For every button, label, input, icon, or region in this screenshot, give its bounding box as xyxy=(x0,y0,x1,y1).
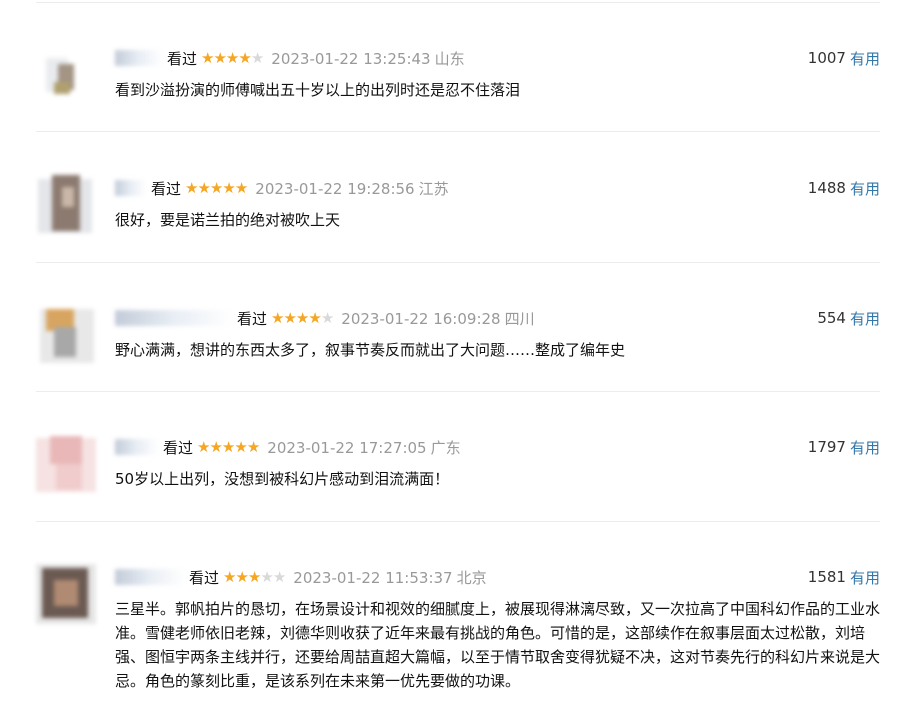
username[interactable] xyxy=(115,50,163,66)
star-filled-icon: ★ xyxy=(197,178,210,197)
comment-location: 四川 xyxy=(504,309,535,328)
avatar[interactable] xyxy=(36,173,96,239)
watched-label: 看过 xyxy=(163,438,194,457)
comment-location: 江苏 xyxy=(418,179,449,198)
divider xyxy=(36,131,880,132)
comment-text: 野心满满，想讲的东西太多了，叙事节奏反而就出了大问题……整成了编年史 xyxy=(115,341,626,359)
useful-button[interactable]: 有用 xyxy=(850,178,880,199)
comment-time: 2023-01-22 17:27:05 xyxy=(267,438,427,457)
star-filled-icon: ★ xyxy=(221,437,235,456)
star-filled-icon: ★ xyxy=(209,437,222,456)
comment-time: 2023-01-22 16:09:28 xyxy=(341,309,501,328)
watched-label: 看过 xyxy=(151,179,182,198)
username[interactable] xyxy=(115,180,147,196)
useful-button[interactable]: 有用 xyxy=(850,308,880,329)
useful-button[interactable]: 有用 xyxy=(850,48,880,69)
star-filled-icon: ★ xyxy=(283,308,296,327)
star-filled-icon: ★ xyxy=(247,567,261,586)
star-filled-icon: ★ xyxy=(271,308,284,327)
divider xyxy=(36,2,880,3)
username[interactable] xyxy=(115,439,159,455)
star-filled-icon: ★ xyxy=(185,178,198,197)
vote-count: 554 xyxy=(817,309,846,327)
avatar[interactable] xyxy=(36,305,96,365)
star-filled-icon: ★ xyxy=(213,48,226,67)
star-filled-icon: ★ xyxy=(246,437,260,456)
vote-count: 1007 xyxy=(807,49,846,67)
avatar[interactable] xyxy=(36,564,96,624)
username[interactable] xyxy=(115,569,185,585)
star-empty-icon: ★ xyxy=(320,308,334,327)
star-filled-icon: ★ xyxy=(308,308,321,327)
vote-count: 1797 xyxy=(807,438,846,456)
comment-text: 三星半。郭帆拍片的恳切，在场景设计和视效的细腻度上，被展现得淋漓尽致，又一次拉高… xyxy=(115,600,881,690)
comment-location: 山东 xyxy=(434,49,465,68)
useful-button[interactable]: 有用 xyxy=(850,437,880,458)
useful-button[interactable]: 有用 xyxy=(850,567,880,588)
vote-count: 1581 xyxy=(807,568,846,586)
star-filled-icon: ★ xyxy=(234,437,247,456)
rating-stars: ★ ★ ★ ★ ★ xyxy=(197,437,260,456)
comment-text: 50岁以上出列，没想到被科幻片感动到泪流满面！ xyxy=(115,470,450,488)
divider xyxy=(36,521,880,522)
star-filled-icon: ★ xyxy=(222,178,235,197)
rating-stars: ★ ★ ★ ★ ★ xyxy=(185,178,248,197)
avatar[interactable] xyxy=(36,434,96,494)
star-empty-icon: ★ xyxy=(272,567,286,586)
star-filled-icon: ★ xyxy=(197,437,210,456)
divider xyxy=(36,391,880,392)
rating-stars: ★ ★ ★ ★ ★ xyxy=(223,567,286,586)
star-filled-icon: ★ xyxy=(201,48,214,67)
watched-label: 看过 xyxy=(189,568,220,587)
rating-stars: ★ ★ ★ ★ ★ xyxy=(201,48,264,67)
star-filled-icon: ★ xyxy=(234,178,248,197)
comment-text: 看到沙溢扮演的师傅喊出五十岁以上的出列时还是忍不住落泪 xyxy=(115,81,521,99)
comment-time: 2023-01-22 13:25:43 xyxy=(271,49,431,68)
comment-time: 2023-01-22 11:53:37 xyxy=(293,568,453,587)
comment-time: 2023-01-22 19:28:56 xyxy=(255,179,415,198)
divider xyxy=(36,262,880,263)
star-filled-icon: ★ xyxy=(295,308,309,327)
comment-text: 很好，要是诺兰拍的绝对被吹上天 xyxy=(115,211,341,229)
comment-location: 北京 xyxy=(456,568,487,587)
star-filled-icon: ★ xyxy=(225,48,239,67)
star-empty-icon: ★ xyxy=(260,567,273,586)
watched-label: 看过 xyxy=(167,49,198,68)
vote-count: 1488 xyxy=(807,179,846,197)
star-filled-icon: ★ xyxy=(209,178,223,197)
star-filled-icon: ★ xyxy=(235,567,248,586)
star-filled-icon: ★ xyxy=(238,48,251,67)
avatar[interactable] xyxy=(36,52,96,112)
username[interactable] xyxy=(115,310,233,326)
comment-location: 广东 xyxy=(430,438,461,457)
watched-label: 看过 xyxy=(237,309,268,328)
star-filled-icon: ★ xyxy=(223,567,236,586)
star-empty-icon: ★ xyxy=(250,48,264,67)
rating-stars: ★ ★ ★ ★ ★ xyxy=(271,308,334,327)
